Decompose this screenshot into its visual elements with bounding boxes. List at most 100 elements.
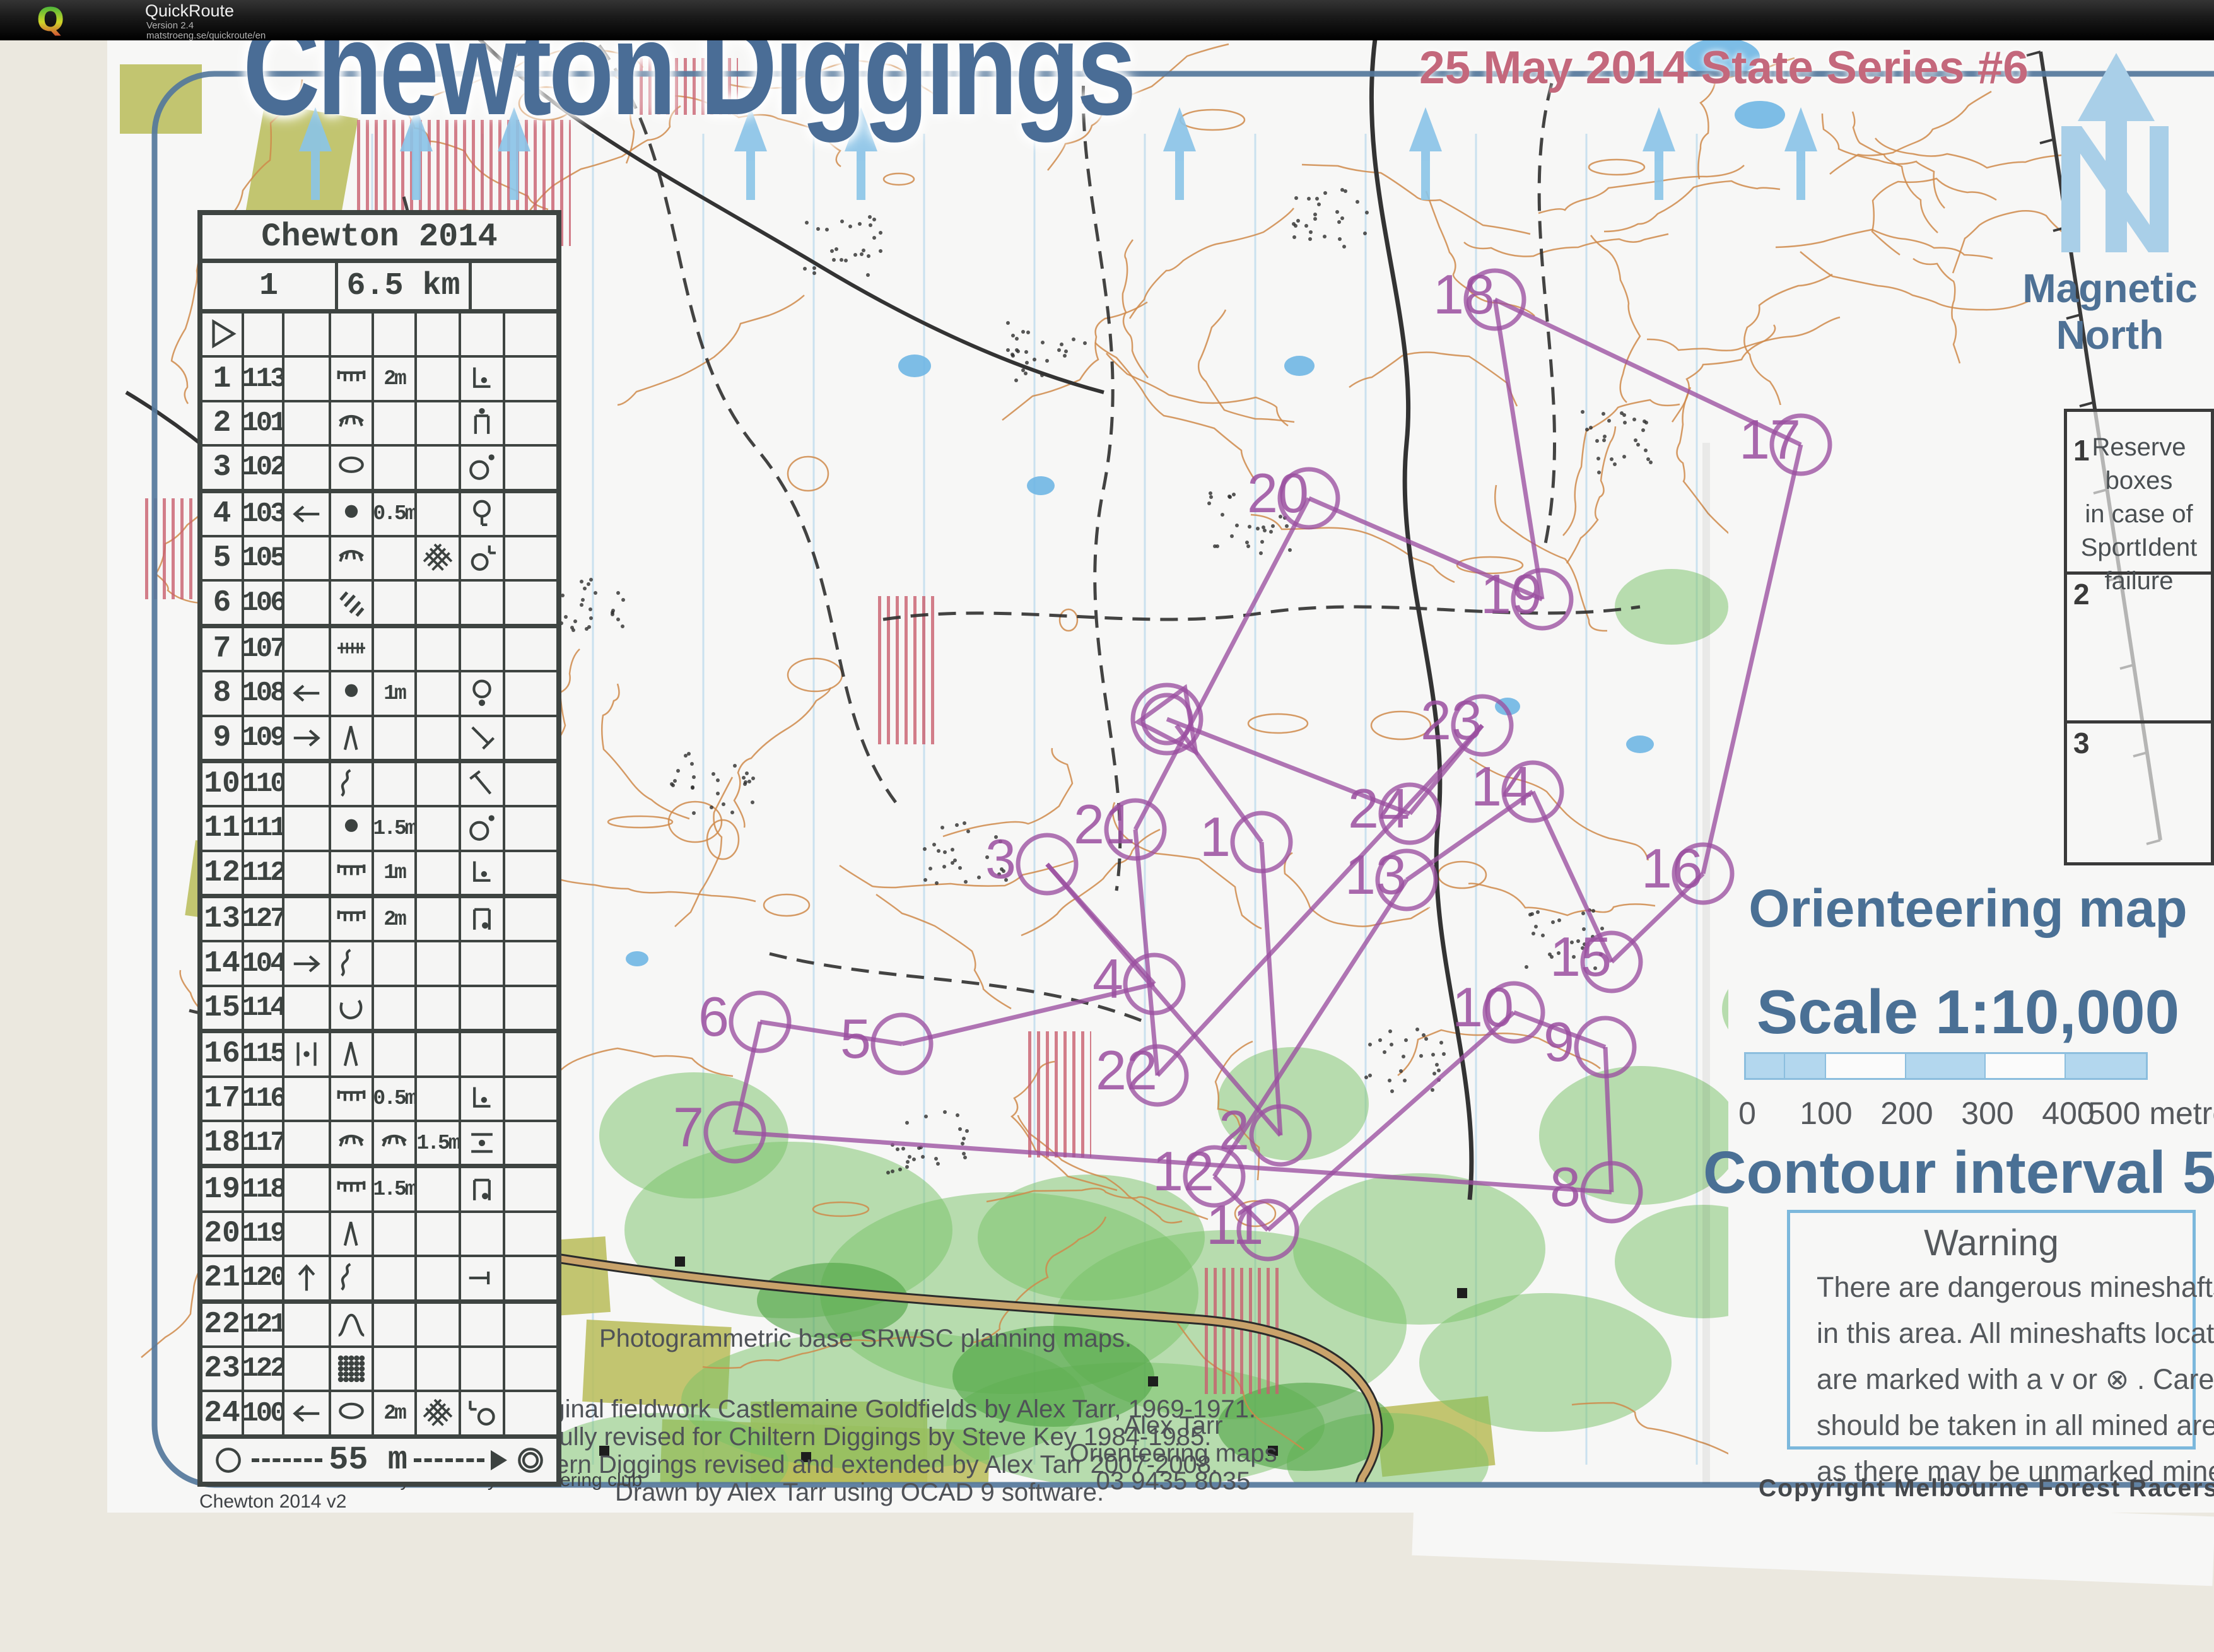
control-code-cell: 109 bbox=[244, 717, 284, 759]
symbol-cell bbox=[331, 1348, 374, 1390]
symbol-cell bbox=[505, 1213, 548, 1255]
zigzag-icon bbox=[334, 586, 368, 620]
symbol-cell bbox=[461, 402, 505, 444]
symbol-cell bbox=[461, 898, 505, 940]
star-hatch-icon bbox=[421, 1397, 455, 1431]
wave-icon bbox=[334, 1261, 368, 1295]
symbol-cell bbox=[374, 942, 417, 984]
symbol-cell bbox=[417, 763, 461, 805]
control-row: 81081m bbox=[202, 672, 556, 717]
control-number-cell: 6 bbox=[202, 582, 244, 623]
symbol-cell bbox=[417, 493, 461, 535]
symbol-cell bbox=[284, 1213, 331, 1255]
symbol-cell bbox=[505, 1168, 548, 1210]
symbol-cell: 2m bbox=[374, 1392, 417, 1434]
symbol-cell bbox=[284, 1122, 331, 1164]
symbol-cell: 1.5m bbox=[374, 807, 417, 849]
symbol-cell bbox=[331, 493, 374, 535]
symbol-cell bbox=[284, 582, 331, 623]
finish-circle-icon bbox=[513, 1443, 548, 1477]
symbol-cell bbox=[374, 1213, 417, 1255]
north-arrow-icon bbox=[1643, 107, 1675, 200]
symbol-cell bbox=[374, 1257, 417, 1299]
symbol-cell bbox=[331, 987, 374, 1029]
control-number: 19 bbox=[1480, 563, 1542, 625]
symbol-cell bbox=[417, 1304, 461, 1345]
circle-dot-tr-icon bbox=[465, 450, 499, 484]
symbol-cell bbox=[505, 313, 548, 355]
symbol-cell bbox=[284, 628, 331, 670]
control-code-cell: 115 bbox=[244, 1033, 284, 1075]
symbol-cell bbox=[461, 1078, 505, 1120]
card-course-length: 6.5 km bbox=[338, 263, 472, 309]
symbol-cell bbox=[461, 313, 505, 355]
control-code-cell: 112 bbox=[244, 852, 284, 894]
control-number-cell bbox=[202, 313, 244, 355]
symbol-cell bbox=[331, 1168, 374, 1210]
gate-dot-in-icon bbox=[465, 902, 499, 936]
symbol-cell bbox=[331, 358, 374, 399]
symbol-cell bbox=[417, 1078, 461, 1120]
symbol-cell bbox=[417, 1257, 461, 1299]
control-code-cell: 107 bbox=[244, 628, 284, 670]
control-number-cell: 10 bbox=[202, 763, 244, 805]
symbol-cell: 1.5m bbox=[417, 1122, 461, 1164]
control-row: 21120 bbox=[202, 1257, 556, 1303]
control-code-cell: 104 bbox=[244, 942, 284, 984]
finish-distance: 55 m bbox=[329, 1441, 407, 1479]
circle-dot-bottom-icon bbox=[465, 676, 499, 710]
symbol-cell bbox=[461, 537, 505, 579]
symbol-cell bbox=[417, 717, 461, 759]
symbol-cell bbox=[461, 1033, 505, 1075]
control-row: 23122 bbox=[202, 1348, 556, 1392]
symbol-cell bbox=[284, 852, 331, 894]
copyright-note: Copyright Melbourne Forest Racers, Janua… bbox=[1759, 1475, 2214, 1503]
symbol-cell bbox=[461, 1122, 505, 1164]
contact-block: Alex Tarr Orienteering maps 03 9435 8035 bbox=[1060, 1412, 1287, 1495]
event-title: 25 May 2014 State Series #6 bbox=[1419, 42, 2029, 94]
control-row: 6106 bbox=[202, 582, 556, 628]
symbol-cell bbox=[284, 942, 331, 984]
symbol-cell bbox=[417, 672, 461, 714]
symbol-cell bbox=[461, 1168, 505, 1210]
control-number: 3 bbox=[985, 828, 1016, 890]
control-number: 17 bbox=[1739, 408, 1801, 471]
magnetic-north-label: Magnetic North bbox=[2006, 265, 2214, 358]
warning-line: There are dangerous mineshafts bbox=[1790, 1264, 2193, 1310]
reserve-box-panel: 1 Reserve boxes in case of SportIdent fa… bbox=[2064, 409, 2214, 865]
lash-icon bbox=[334, 406, 368, 440]
control-code-cell: 110 bbox=[244, 763, 284, 805]
warning-title: Warning bbox=[1790, 1222, 2193, 1264]
symbol-cell bbox=[461, 987, 505, 1029]
symbol-cell bbox=[284, 672, 331, 714]
comb-icon bbox=[334, 362, 368, 396]
arrow-head-icon bbox=[491, 1450, 507, 1470]
control-number: 1 bbox=[1200, 805, 1231, 868]
symbol-cell bbox=[284, 313, 331, 355]
symbol-cell bbox=[461, 1304, 505, 1345]
control-number-cell: 3 bbox=[202, 447, 244, 488]
control-row: 2101 bbox=[202, 402, 556, 447]
control-row: 241002m bbox=[202, 1392, 556, 1438]
symbol-cell bbox=[331, 1078, 374, 1120]
symbol-cell: 0.5m bbox=[374, 493, 417, 535]
dot-icon bbox=[334, 497, 368, 531]
control-row: 16115 bbox=[202, 1033, 556, 1077]
comb-icon bbox=[334, 1173, 368, 1207]
symbol-cell bbox=[284, 717, 331, 759]
symbol-cell bbox=[417, 1348, 461, 1390]
symbol-cell bbox=[284, 898, 331, 940]
legend-scale: Scale 1:10,000 bbox=[1728, 976, 2208, 1048]
symbol-cell: 1m bbox=[374, 852, 417, 894]
symbol-cell bbox=[284, 1257, 331, 1299]
symbol-cell: 2m bbox=[374, 898, 417, 940]
symbol-cell bbox=[505, 1257, 548, 1299]
control-number: 7 bbox=[673, 1096, 704, 1158]
comb-icon bbox=[334, 856, 368, 890]
scale-segment bbox=[2066, 1054, 2146, 1078]
arrow-right-icon bbox=[290, 721, 324, 755]
symbol-cell bbox=[284, 358, 331, 399]
reserve-box-1: 1 Reserve boxes in case of SportIdent fa… bbox=[2067, 431, 2211, 575]
symbol-cell bbox=[284, 447, 331, 488]
control-number: 15 bbox=[1550, 925, 1612, 988]
